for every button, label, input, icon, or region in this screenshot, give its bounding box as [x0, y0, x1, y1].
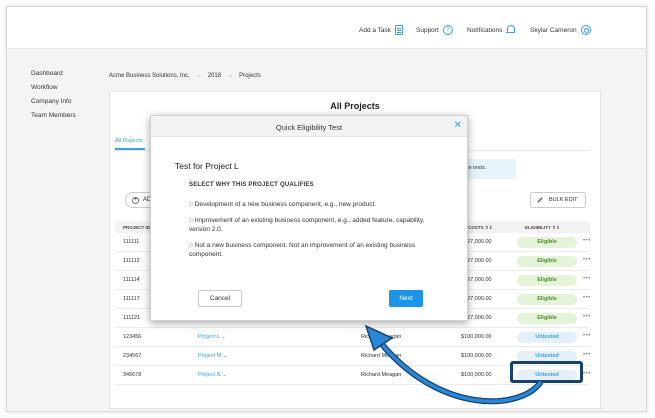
more-options-icon[interactable]: ••• [583, 352, 591, 358]
modal-heading: Test for Project L [175, 161, 239, 171]
help-icon: ? [442, 25, 453, 35]
project-id-cell: 111121 [123, 315, 141, 321]
cost-cell: $100,000.00 [461, 334, 492, 340]
eligibility-status-badge[interactable]: Eligible [517, 313, 577, 324]
page-title: All Projects [330, 101, 380, 111]
option-new-component[interactable]: ○ Development of a new business componen… [189, 200, 439, 209]
support-link[interactable]: Support ? [416, 25, 453, 35]
more-options-icon[interactable]: ••• [583, 314, 591, 320]
bell-icon [506, 25, 516, 35]
eligibility-status-badge[interactable]: Eligible [517, 237, 577, 248]
info-banner: the tests. [460, 159, 516, 179]
add-task-link[interactable]: Add a Task [359, 25, 404, 35]
project-name-dropdown[interactable]: Project L ⌄ [198, 334, 226, 340]
user-name: Skylar Cameron [530, 26, 577, 34]
sidebar-item-team-members[interactable]: Team Members [31, 109, 76, 123]
project-id-cell: 123456 [123, 334, 142, 340]
breadcrumb-year[interactable]: 2018 [208, 73, 221, 79]
owner-cell: Richard Meagan [361, 334, 402, 340]
project-name-dropdown[interactable]: Project N ⌄ [198, 372, 227, 378]
sidebar-item-workflow[interactable]: Workflow [31, 81, 76, 95]
owner-cell: Richard Meagan [361, 353, 402, 359]
notifications-link[interactable]: Notifications [467, 25, 516, 35]
project-id-cell: 111111 [123, 239, 140, 245]
bulk-edit-button[interactable]: BULK EDIT [530, 192, 586, 208]
app-window: Add a Task Support ? Notifications Skyla… [6, 6, 647, 412]
option-improvement[interactable]: ○ Improvement of an existing business co… [189, 216, 439, 234]
eligibility-status-badge[interactable]: Eligible [517, 256, 577, 267]
breadcrumb: Acme Business Solutions, Inc. → 2018 → P… [109, 73, 261, 79]
sidebar: Dashboard Workflow Company Info Team Mem… [31, 67, 76, 123]
owner-cell: Richard Meagan [361, 372, 402, 378]
breadcrumb-page: Projects [239, 73, 261, 79]
sidebar-item-dashboard[interactable]: Dashboard [31, 67, 76, 81]
project-name-dropdown[interactable]: Project M ⌄ [198, 353, 227, 359]
tab-all-projects[interactable]: All Projects [115, 138, 143, 144]
more-options-icon[interactable]: ••• [583, 371, 591, 377]
top-navigation-bar: Add a Task Support ? Notifications Skyla… [7, 7, 646, 49]
eligibility-modal: Quick Eligibility Test ✕ Test for Projec… [150, 115, 468, 321]
option-not-new[interactable]: ○ Not a new business component. Not an i… [189, 241, 439, 259]
notifications-label: Notifications [467, 26, 503, 34]
user-menu[interactable]: Skylar Cameron [530, 25, 591, 35]
sidebar-item-company-info[interactable]: Company Info [31, 95, 76, 109]
support-label: Support [416, 26, 439, 34]
column-header-eligibility[interactable]: ELIGIBILITY ⇧⇩ [525, 225, 560, 231]
pencil-icon [537, 197, 543, 203]
project-id-cell: 345678 [123, 372, 142, 378]
modal-header: Quick Eligibility Test ✕ [151, 116, 467, 137]
more-options-icon[interactable]: ••• [583, 257, 591, 263]
cancel-button[interactable]: Cancel [198, 290, 242, 307]
plus-icon: + [132, 196, 139, 204]
project-id-cell: 111117 [123, 296, 140, 302]
user-avatar-icon [580, 25, 591, 35]
bulk-edit-label: BULK EDIT [549, 197, 578, 203]
highlight-callout-box [510, 361, 583, 383]
add-task-label: Add a Task [359, 26, 392, 34]
project-id-cell: 111112 [123, 258, 140, 264]
eligibility-status-badge[interactable]: Eligible [517, 294, 577, 305]
more-options-icon[interactable]: ••• [583, 295, 591, 301]
more-options-icon[interactable]: ••• [583, 238, 591, 244]
cost-cell: $100,000.00 [461, 372, 492, 378]
modal-title: Quick Eligibility Test [275, 123, 343, 132]
modal-subheading: SELECT WHY THIS PROJECT QUALIFIES [189, 182, 314, 188]
more-options-icon[interactable]: ••• [583, 333, 591, 339]
project-id-cell: 234567 [123, 353, 142, 359]
close-icon[interactable]: ✕ [454, 120, 462, 131]
eligibility-status-badge[interactable]: Untested [517, 332, 577, 343]
breadcrumb-company[interactable]: Acme Business Solutions, Inc. [109, 73, 190, 79]
clipboard-icon [395, 25, 404, 35]
column-header-project-id[interactable]: PROJECT ID [123, 225, 150, 230]
cost-cell: $100,000.00 [461, 353, 492, 359]
next-button[interactable]: Next [389, 290, 423, 307]
breadcrumb-separator: → [227, 73, 234, 79]
eligibility-status-badge[interactable]: Eligible [517, 275, 577, 286]
table-row[interactable]: 123456 Project L ⌄ Richard Meagan $100,000.… [115, 328, 590, 347]
breadcrumb-separator: → [195, 73, 202, 79]
more-options-icon[interactable]: ••• [583, 276, 591, 282]
project-id-cell: 111114 [123, 277, 140, 283]
